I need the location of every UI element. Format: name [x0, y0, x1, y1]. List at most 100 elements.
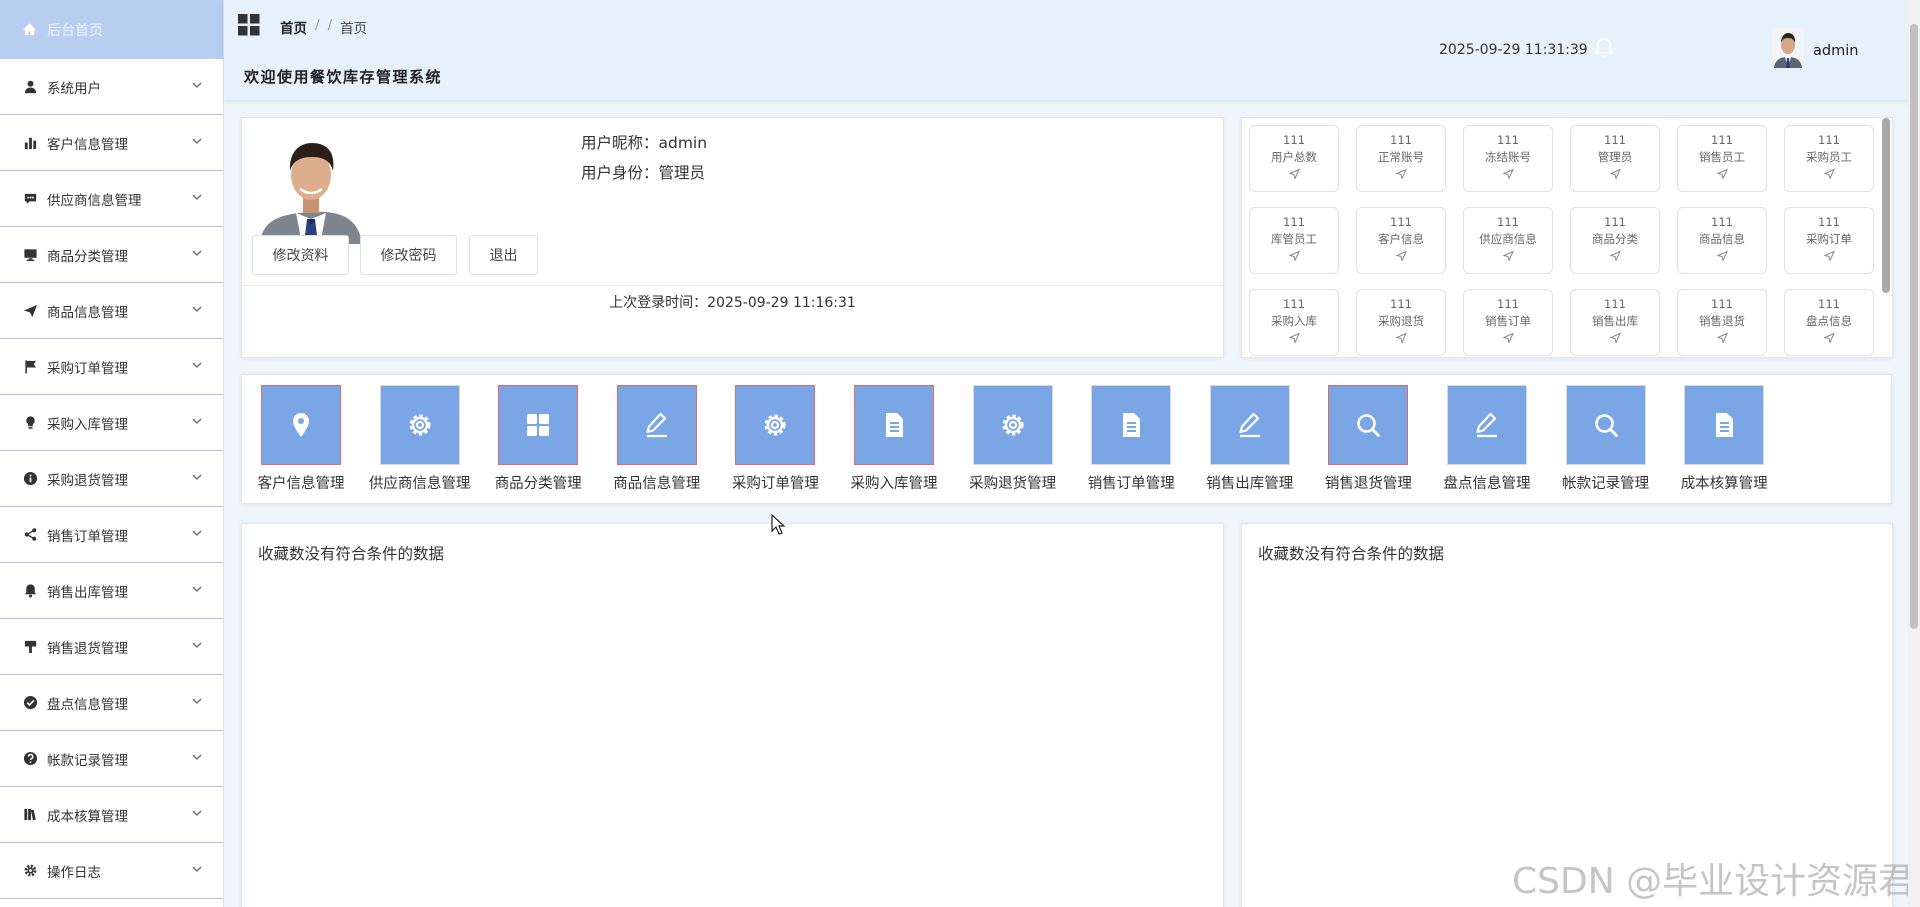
stat-card[interactable]: 111 销售订单: [1463, 289, 1553, 356]
stat-card[interactable]: 111 管理员: [1570, 125, 1660, 192]
quick-access-item[interactable]: 帐款记录管理: [1552, 385, 1660, 493]
quick-access-tile[interactable]: [1209, 385, 1290, 465]
quick-access-item[interactable]: 客户信息管理: [247, 385, 355, 493]
quick-access-tile[interactable]: [1565, 385, 1646, 465]
sidebar-item[interactable]: 销售订单管理: [0, 507, 223, 563]
edit-profile-button[interactable]: 修改资料: [252, 235, 349, 275]
quick-access-item[interactable]: 商品分类管理: [484, 385, 592, 493]
page-scrollbar-thumb[interactable]: [1910, 24, 1918, 629]
menu-grid-icon[interactable]: [238, 14, 260, 36]
quick-access-tile[interactable]: [972, 385, 1053, 465]
quick-access-tile[interactable]: [854, 385, 934, 465]
user-nickname: 用户昵称：admin: [581, 134, 708, 152]
stat-value: 111: [1711, 215, 1733, 229]
quick-access-item[interactable]: 采购入库管理: [840, 385, 948, 493]
sidebar-item[interactable]: 采购订单管理: [0, 339, 223, 395]
avatar[interactable]: [1772, 28, 1804, 68]
quick-access-item[interactable]: 销售出库管理: [1196, 385, 1304, 493]
quick-access-tile[interactable]: [379, 385, 460, 465]
sidebar-home[interactable]: 后台首页: [0, 0, 223, 59]
sidebar-item-label: 操作日志: [47, 864, 101, 881]
sidebar-item[interactable]: 采购入库管理: [0, 395, 223, 451]
stat-card[interactable]: 111 库管员工: [1249, 207, 1339, 274]
send-icon: [1502, 168, 1514, 179]
chevron-down-icon: [192, 586, 202, 592]
sidebar-item[interactable]: 系统用户: [0, 59, 223, 115]
stat-card[interactable]: 111 客户信息: [1356, 207, 1446, 274]
sidebar-item[interactable]: 商品分类管理: [0, 227, 223, 283]
quick-access-tile[interactable]: [735, 385, 816, 465]
chevron-down-icon: [192, 866, 202, 872]
sidebar-item[interactable]: 客户信息管理: [0, 115, 223, 171]
quick-access-item[interactable]: 销售退货管理: [1314, 385, 1422, 493]
breadcrumb-separator: /: [315, 17, 320, 33]
quick-access-label: 客户信息管理: [257, 476, 345, 492]
stat-card[interactable]: 111 采购退货: [1356, 289, 1446, 356]
quick-access-item[interactable]: 采购订单管理: [721, 385, 829, 493]
location-pin-icon: [293, 413, 309, 437]
sidebar-item[interactable]: 帐款记录管理: [0, 731, 223, 787]
stat-label: 采购退货: [1378, 314, 1424, 328]
brush-icon: [22, 639, 38, 655]
stat-card[interactable]: 111 盘点信息: [1784, 289, 1874, 356]
quick-access-item[interactable]: 供应商信息管理: [366, 385, 474, 493]
page-scrollbar[interactable]: [1908, 0, 1920, 907]
sidebar-item[interactable]: 操作日志: [0, 843, 223, 899]
current-datetime: 2025-09-29 11:31:39: [1439, 42, 1588, 58]
stat-card[interactable]: 111 采购员工: [1784, 125, 1874, 192]
quick-access-label: 成本核算管理: [1680, 476, 1768, 492]
send-icon: [1823, 250, 1835, 261]
send-icon: [1823, 168, 1835, 179]
logout-button[interactable]: 退出: [469, 235, 538, 275]
stat-card[interactable]: 111 采购订单: [1784, 207, 1874, 274]
quick-access-tile[interactable]: [498, 385, 579, 465]
stat-card[interactable]: 111 用户总数: [1249, 125, 1339, 192]
breadcrumb-home[interactable]: 首页: [280, 17, 307, 37]
quick-access-item[interactable]: 销售订单管理: [1077, 385, 1185, 493]
quick-access-tile[interactable]: [261, 385, 341, 465]
quick-access-label: 采购入库管理: [850, 476, 938, 492]
quick-access-item[interactable]: 盘点信息管理: [1433, 385, 1541, 493]
quick-access-tile[interactable]: [1091, 385, 1172, 465]
quick-access-tile[interactable]: [1684, 385, 1765, 465]
stat-card[interactable]: 111 冻结账号: [1463, 125, 1553, 192]
sidebar-item[interactable]: 采购退货管理: [0, 451, 223, 507]
sidebar-item[interactable]: 销售出库管理: [0, 563, 223, 619]
sidebar-item[interactable]: 商品信息管理: [0, 283, 223, 339]
bell-icon: [22, 583, 38, 599]
sidebar-item[interactable]: 成本核算管理: [0, 787, 223, 843]
sidebar-item[interactable]: 销售退货管理: [0, 619, 223, 675]
stats-scrollbar[interactable]: [1882, 118, 1890, 293]
bar-chart-icon: [22, 135, 38, 151]
quick-access-item[interactable]: 商品信息管理: [603, 385, 711, 493]
quick-access-tile[interactable]: [616, 385, 697, 465]
change-password-button[interactable]: 修改密码: [360, 235, 457, 275]
quick-access-tile[interactable]: [1328, 385, 1409, 465]
chevron-down-icon: [192, 306, 202, 312]
username[interactable]: admin: [1813, 43, 1858, 59]
stat-label: 销售订单: [1485, 314, 1531, 328]
sidebar-item[interactable]: 供应商信息管理: [0, 171, 223, 227]
stat-value: 111: [1711, 133, 1733, 147]
sidebar-item[interactable]: 盘点信息管理: [0, 675, 223, 731]
stat-card[interactable]: 111 采购入库: [1249, 289, 1339, 356]
stat-card[interactable]: 111 销售退货: [1677, 289, 1767, 356]
send-icon: [1288, 332, 1300, 343]
sidebar-item-label: 采购退货管理: [47, 472, 128, 489]
stat-card[interactable]: 111 销售出库: [1570, 289, 1660, 356]
stat-card[interactable]: 111 供应商信息: [1463, 207, 1553, 274]
stat-value: 111: [1818, 133, 1840, 147]
sidebar-item-label: 销售出库管理: [47, 584, 128, 601]
stat-card[interactable]: 111 商品分类: [1570, 207, 1660, 274]
quick-access-item[interactable]: 成本核算管理: [1670, 385, 1778, 493]
quick-access-tile[interactable]: [1447, 385, 1527, 465]
quick-access-item[interactable]: 采购退货管理: [959, 385, 1067, 493]
stat-card[interactable]: 111 正常账号: [1356, 125, 1446, 192]
stat-card[interactable]: 111 销售员工: [1677, 125, 1767, 192]
sidebar: 后台首页 系统用户 客户信息管理 供应商信息管理 商品分类管理 商品信息管理 采购订单管理…: [0, 0, 224, 907]
breadcrumb-separator: /: [327, 17, 333, 33]
stat-label: 采购入库: [1271, 314, 1317, 328]
mouse-cursor-icon: [771, 514, 785, 535]
bell-icon[interactable]: [1594, 37, 1614, 59]
stat-card[interactable]: 111 商品信息: [1677, 207, 1767, 274]
